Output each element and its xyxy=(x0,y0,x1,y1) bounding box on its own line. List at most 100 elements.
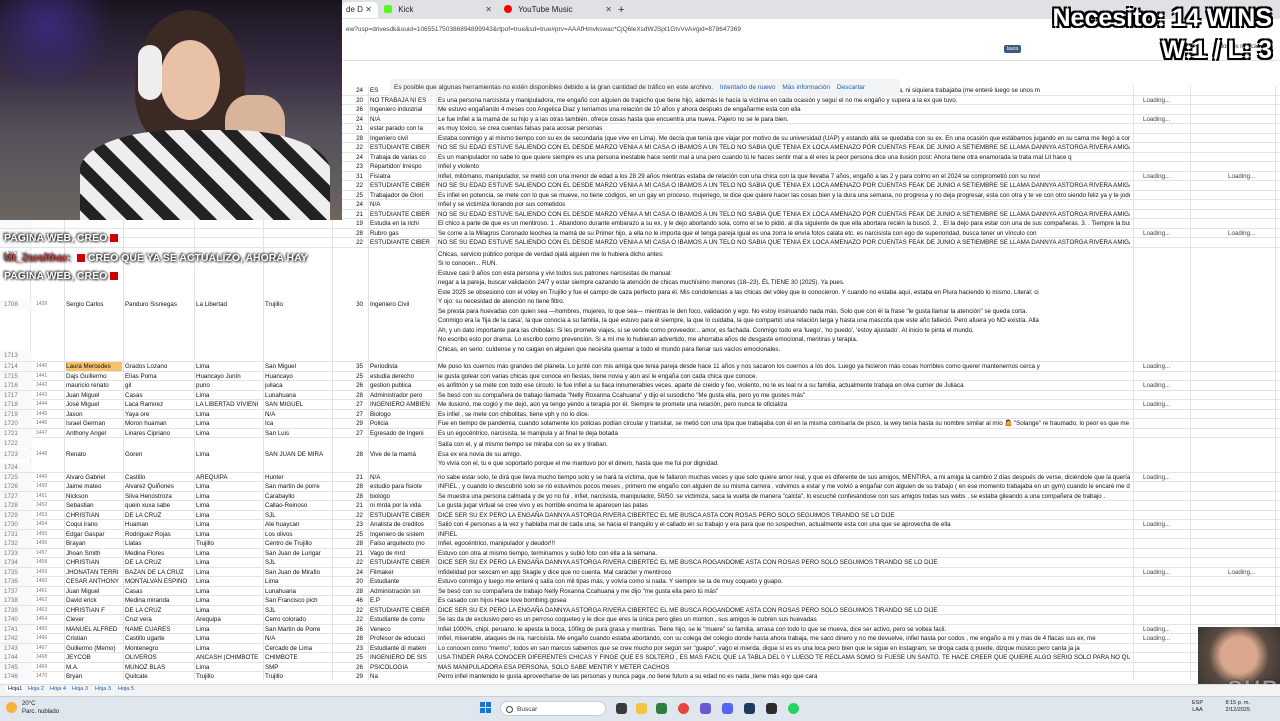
cell-ld2[interactable] xyxy=(1228,558,1278,567)
table-row[interactable]: 1720 1446 Israel German Moron huaman Lima Ica… xyxy=(0,419,1280,429)
cell-id[interactable]: 1445 xyxy=(36,410,64,419)
cell-ld[interactable] xyxy=(1143,530,1193,539)
cell-ld2[interactable] xyxy=(1228,429,1278,438)
cell-ld[interactable] xyxy=(1143,587,1193,596)
cell-ap[interactable]: Laca Ramirez xyxy=(125,400,193,409)
cell-dep[interactable]: Lima xyxy=(196,501,262,510)
cell-prof[interactable]: N/A xyxy=(370,115,436,124)
cell-dis[interactable]: SJL xyxy=(265,606,331,615)
cell-rn_end[interactable]: 1713 xyxy=(0,351,32,360)
cell-ld[interactable] xyxy=(1143,238,1193,247)
table-row[interactable]: 1716 1442 mauricio renato gil puno juliaca 26 g… xyxy=(0,381,1280,391)
cell-dep[interactable]: Lima xyxy=(196,511,262,520)
cell-desc[interactable]: Se come a la Milagros Coronado leochea l… xyxy=(438,229,1130,238)
cell-desc[interactable]: NO SE SU EDAD ESTUVE SALIENDO CON EL DES… xyxy=(438,210,1130,219)
cell-id[interactable]: 1468 xyxy=(36,653,64,662)
table-row[interactable]: 1727 1451 Nickson Silva Henostroza Lima Carab… xyxy=(0,491,1280,501)
cell-id[interactable]: 1441 xyxy=(36,372,64,381)
cell-ld2[interactable] xyxy=(1228,549,1278,558)
cell-age[interactable]: 27 xyxy=(343,410,367,419)
cell-prof[interactable]: Rubro gas xyxy=(370,229,436,238)
cell-desc[interactable]: MAS MANIPULADORA ESA PERSONA, SOLO SABE … xyxy=(438,663,1130,672)
cell-id[interactable]: 1463 xyxy=(36,606,64,615)
cell-id[interactable]: 1466 xyxy=(36,634,64,643)
cell-prof[interactable]: ESTUDIANTE CIBER xyxy=(370,181,436,190)
cell-rn[interactable]: 1733 xyxy=(0,548,32,558)
sheet-tab[interactable]: Hoja 3 xyxy=(95,686,111,692)
cell-rn[interactable]: 1746 xyxy=(0,672,32,680)
cell-prof[interactable]: ESTUDIANTE CIBER xyxy=(370,238,436,247)
cell-age[interactable]: 22 xyxy=(343,558,367,567)
cell-age[interactable]: 29 xyxy=(343,419,367,428)
cell-desc-line[interactable]: Y ojo: su necesidad de atención no tiene… xyxy=(438,297,1130,306)
cell-ld[interactable] xyxy=(1143,134,1193,143)
cell-ap[interactable]: Casas xyxy=(125,391,193,400)
cell-nom[interactable]: José Miguel xyxy=(66,400,122,409)
table-row[interactable]: 1717 1443 Juan Miguel Casas Lima Lunahuana 28 A… xyxy=(0,390,1280,400)
table-row[interactable]: 1718 1444 José Miguel Laca Ramirez LA LIBERT… xyxy=(0,400,1280,410)
cell-desc[interactable]: Es infiel , se mete con chibolitas, tien… xyxy=(438,410,1130,419)
cell-ld[interactable] xyxy=(1143,153,1193,162)
cell-ld2[interactable] xyxy=(1228,391,1278,400)
cell-ap[interactable]: Montenegro xyxy=(125,644,193,653)
cell-dis[interactable]: San martin de porre xyxy=(265,482,331,491)
cell-desc[interactable]: Me puso los cuernos más grandes del plan… xyxy=(438,362,1130,371)
cell-ld[interactable] xyxy=(1143,200,1193,209)
cell-ld[interactable] xyxy=(1143,539,1193,548)
cell-dis[interactable]: Huancayo xyxy=(265,372,331,381)
cell-id[interactable]: 1450 xyxy=(36,482,64,491)
cell-age[interactable]: 24 xyxy=(343,115,367,124)
cell-age[interactable]: 27 xyxy=(343,400,367,409)
cell-desc-line[interactable]: Yo vivía con el, tu e que soportarlo por… xyxy=(438,459,1130,468)
cell-prof[interactable]: Vive de la mamá xyxy=(370,450,436,459)
table-row[interactable]: 1745 1469 M.A. MUNOZ BLAS Lima SMP 26 PSICOLOGI… xyxy=(0,662,1280,672)
cell-desc-line[interactable]: No escribo esto por drama. Lo escribo co… xyxy=(438,335,1130,344)
cell-nom[interactable]: Renato xyxy=(66,450,122,459)
cell-age[interactable]: 25 xyxy=(343,191,367,200)
cell-prof[interactable]: ESTUDIANTE CIBER xyxy=(370,210,436,219)
cell-ap[interactable]: DE LA CRUZ xyxy=(125,511,193,520)
tab-youtube-music[interactable]: YouTube Music ✕ xyxy=(500,2,618,18)
cell-ld2[interactable] xyxy=(1228,482,1278,491)
cell-id[interactable]: 1449 xyxy=(36,473,64,482)
table-row[interactable]: 1736 1460 CESAR ANTHONY MONTALVAN ESPINO Lim… xyxy=(0,577,1280,587)
cell-ld2[interactable] xyxy=(1228,238,1278,247)
cell-rn[interactable]: 1739 xyxy=(0,605,32,615)
cell-id[interactable]: 1457 xyxy=(36,549,64,558)
cell-age[interactable]: 28 xyxy=(343,634,367,643)
cell-ap[interactable]: Medina Flores xyxy=(125,549,193,558)
cell-nom[interactable]: Bryan xyxy=(66,672,122,680)
cell-dep[interactable]: LA LIBERTAD VIVIENI xyxy=(196,400,262,409)
cell-prof[interactable]: Falso arquitecto (no xyxy=(370,539,436,548)
cell-ld2[interactable] xyxy=(1228,162,1278,171)
cell-rn_mid[interactable]: 1708 xyxy=(0,299,32,309)
cell-ap[interactable]: DE LA CRUZ xyxy=(125,558,193,567)
cell-nom[interactable]: Edgar Gaspar xyxy=(66,530,122,539)
cell-age[interactable]: 25 xyxy=(343,653,367,662)
cell-prof[interactable]: ESTUDIANTE CIBER xyxy=(370,143,436,152)
cell-id[interactable]: 1464 xyxy=(36,615,64,624)
cell-age[interactable]: 29 xyxy=(343,672,367,680)
cell-desc[interactable]: Es un egocéntrico, narcisista, te manipu… xyxy=(438,429,1130,438)
cell-desc[interactable]: Fue en tiempo de pandemia, cuando solame… xyxy=(438,419,1130,428)
cell-age[interactable]: 22 xyxy=(343,238,367,247)
cell-age[interactable]: 25 xyxy=(343,530,367,539)
cell-prof[interactable]: Ingeniero industrial xyxy=(370,105,436,114)
cell-desc-line[interactable]: negar a la pareja, buscar validación 24/… xyxy=(438,278,1130,287)
cell-dep[interactable]: ANCASH (CHIMBOTE xyxy=(196,653,262,662)
cell-nom[interactable]: Sergio Carlos xyxy=(66,300,122,309)
cell-ld[interactable] xyxy=(1143,372,1193,381)
cell-rn[interactable]: 1720 xyxy=(0,419,32,428)
cell-prof[interactable]: Administración sin xyxy=(370,587,436,596)
cell-ap[interactable]: MUNOZ BLAS xyxy=(125,663,193,672)
cell-desc[interactable]: le gusta golear con varias chicas que co… xyxy=(438,372,1130,381)
table-row[interactable]: 1737 1461 Juan Miguel Casas Lima Lunahuana 28 A… xyxy=(0,586,1280,596)
cell-ap[interactable]: Silva Henostroza xyxy=(125,492,193,501)
cell-nom[interactable]: Sebastian xyxy=(66,501,122,510)
table-row[interactable]: 1714 1440 Laura Mercedes Grados Lozano Lima S… xyxy=(0,362,1280,372)
cell-nom[interactable]: Coqui irano xyxy=(66,520,122,529)
cell-ld2[interactable] xyxy=(1228,124,1278,133)
cell-nom[interactable]: Juan Miguel xyxy=(66,587,122,596)
table-row[interactable]: 1722 1723 1724 1448 Renato Goren Lima SAN JUAN … xyxy=(0,438,1280,473)
cell-id[interactable]: 1455 xyxy=(36,530,64,539)
